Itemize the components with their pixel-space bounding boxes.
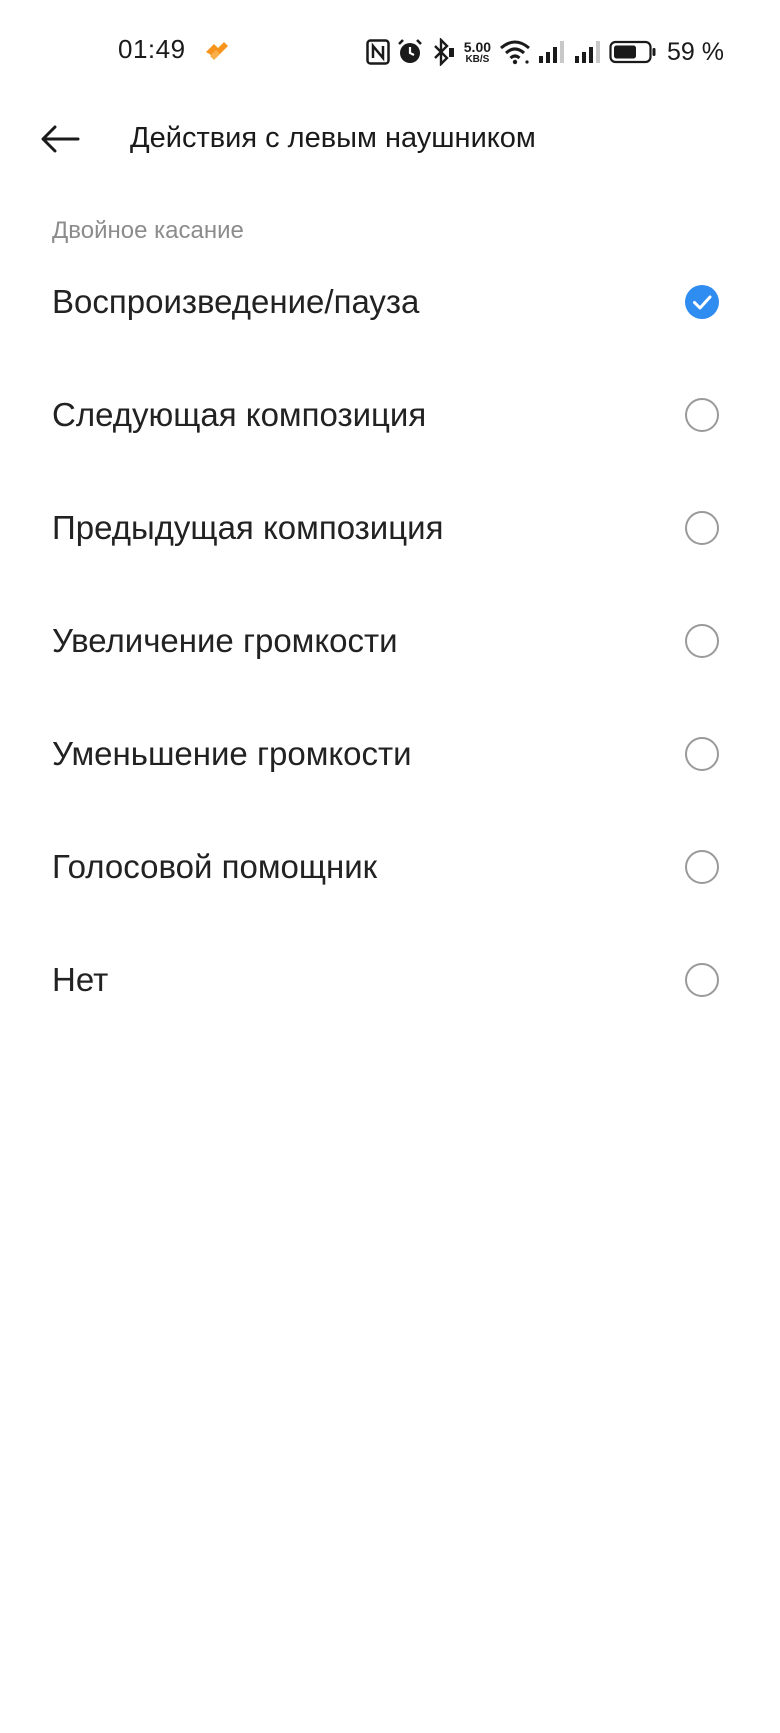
radio-unchecked[interactable] [685, 624, 719, 658]
app-notification-icon [202, 38, 232, 64]
option-label: Следующая композиция [52, 396, 427, 433]
wifi-icon [499, 39, 531, 65]
network-speed: 5.00 KB/S [464, 40, 491, 65]
radio-unchecked[interactable] [685, 737, 719, 771]
back-button[interactable] [34, 116, 86, 162]
option-play-pause[interactable]: Воспроизведение/пауза [0, 248, 780, 361]
checkmark-icon [693, 295, 712, 310]
arrow-left-icon [41, 125, 80, 153]
option-none[interactable]: Нет [0, 926, 780, 1039]
option-voice-assistant[interactable]: Голосовой помощник [0, 813, 780, 926]
signal-sim2-icon [573, 39, 603, 65]
options-list: Воспроизведение/пауза Следующая композиц… [0, 248, 780, 1039]
battery-percent: 59 % [667, 37, 724, 66]
status-time: 01:49 [118, 34, 186, 64]
page-title: Действия с левым наушником [130, 122, 536, 154]
option-next-track[interactable]: Следующая композиция [0, 361, 780, 474]
section-label-double-tap: Двойное касание [52, 217, 244, 244]
option-label: Нет [52, 961, 109, 998]
option-label: Предыдущая композиция [52, 509, 444, 546]
signal-sim1-icon [537, 39, 567, 65]
nfc-icon [366, 39, 390, 65]
radio-unchecked[interactable] [685, 963, 719, 997]
network-speed-unit: KB/S [465, 53, 490, 65]
option-previous-track[interactable]: Предыдущая композиция [0, 474, 780, 587]
bluetooth-icon [430, 38, 456, 66]
radio-unchecked[interactable] [685, 511, 719, 545]
status-icons: 5.00 KB/S 59 % [366, 34, 724, 70]
app-header: Действия с левым наушником [0, 100, 780, 180]
status-bar: 01:49 5.00 KB/S 59 % [0, 0, 780, 100]
option-volume-up[interactable]: Увеличение громкости [0, 587, 780, 700]
network-speed-value: 5.00 [463, 38, 492, 55]
battery-icon [609, 40, 657, 64]
option-label: Увеличение громкости [52, 622, 398, 659]
option-label: Воспроизведение/пауза [52, 283, 420, 320]
option-label: Уменьшение громкости [52, 735, 412, 772]
radio-unchecked[interactable] [685, 850, 719, 884]
radio-checked[interactable] [685, 285, 719, 319]
alarm-icon [396, 38, 424, 66]
option-volume-down[interactable]: Уменьшение громкости [0, 700, 780, 813]
option-label: Голосовой помощник [52, 848, 378, 885]
radio-unchecked[interactable] [685, 398, 719, 432]
